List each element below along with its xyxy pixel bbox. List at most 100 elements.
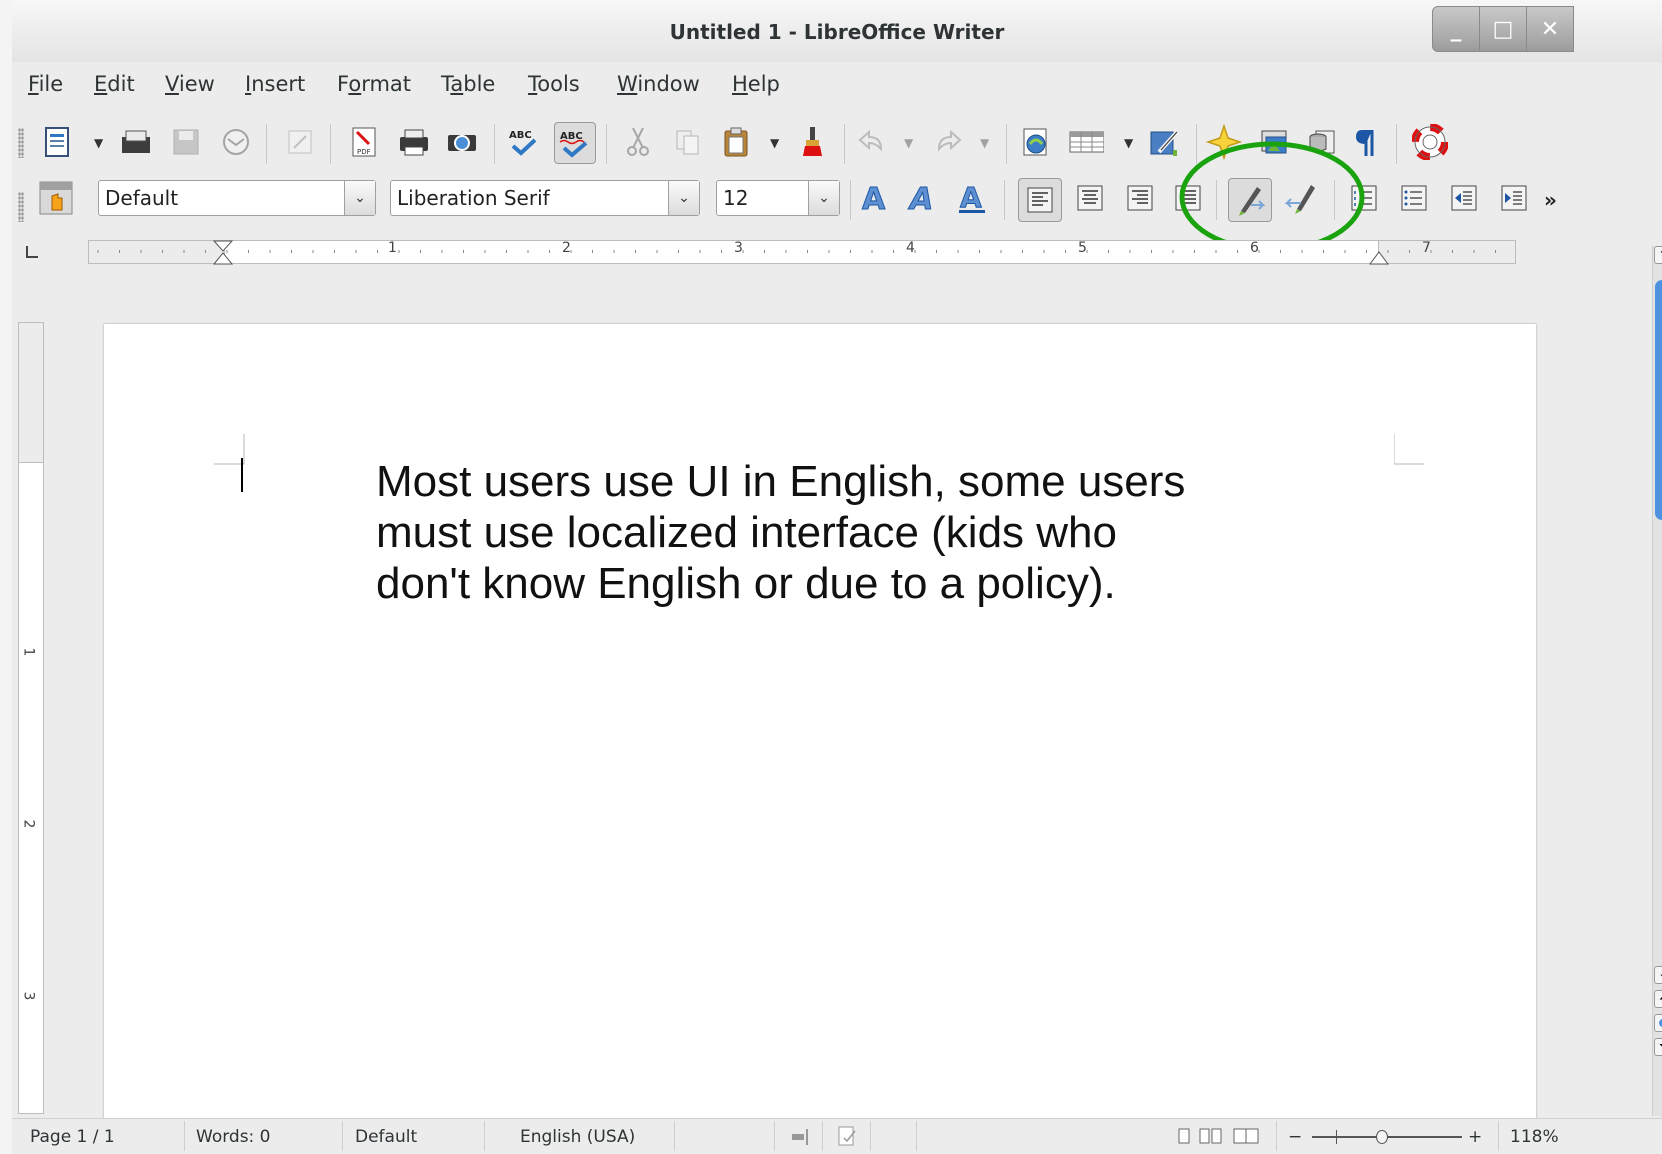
- bullets-icon[interactable]: [1396, 180, 1432, 216]
- menu-file[interactable]: File: [28, 72, 63, 96]
- align-left-icon[interactable]: [1018, 178, 1062, 222]
- single-page-view-icon[interactable]: [1176, 1127, 1192, 1147]
- font-name-combo[interactable]: Liberation Serif ⌄: [390, 180, 700, 216]
- menu-view[interactable]: View: [165, 72, 215, 96]
- zoom-slider-thumb[interactable]: [1376, 1130, 1388, 1144]
- toolbar-grip[interactable]: [18, 128, 24, 158]
- print-icon[interactable]: [396, 124, 432, 160]
- cut-icon[interactable]: [620, 124, 656, 160]
- new-document-icon[interactable]: [40, 124, 76, 160]
- bold-icon[interactable]: A: [858, 180, 894, 216]
- text-boundary-corner: [1394, 434, 1424, 465]
- language-status[interactable]: English (USA): [520, 1127, 635, 1147]
- menu-bar: File Edit View Insert Format Table Tools…: [12, 62, 1662, 112]
- undo-icon[interactable]: [854, 124, 890, 160]
- table-icon[interactable]: [1068, 124, 1104, 160]
- page-style[interactable]: Default: [355, 1127, 417, 1147]
- minimize-icon: _: [1450, 16, 1462, 42]
- next-page-icon[interactable]: ⏷: [1654, 1038, 1662, 1056]
- chevron-down-icon[interactable]: ⌄: [808, 181, 839, 215]
- redo-dropdown-arrow[interactable]: ▼: [980, 136, 989, 150]
- spellcheck-icon[interactable]: ABC: [506, 124, 542, 160]
- vertical-scrollbar[interactable]: ⌃ ⌄ ⏶ ⏷: [1652, 246, 1662, 1116]
- app-window: Untitled 1 - LibreOffice Writer _ □ ✕ Fi…: [12, 0, 1662, 1154]
- previous-page-icon[interactable]: ⏶: [1654, 990, 1662, 1008]
- menu-insert[interactable]: Insert: [245, 72, 305, 96]
- edit-file-icon[interactable]: [282, 124, 318, 160]
- close-icon: ✕: [1540, 16, 1560, 42]
- svg-text:A: A: [960, 181, 982, 214]
- align-center-icon[interactable]: [1072, 180, 1108, 216]
- insert-mode-icon[interactable]: [790, 1127, 812, 1147]
- paste-icon[interactable]: [718, 124, 754, 160]
- navigator-icon[interactable]: [1018, 124, 1054, 160]
- autospellcheck-icon[interactable]: ABC: [554, 122, 596, 164]
- zoom-out-icon[interactable]: −: [1288, 1127, 1302, 1147]
- export-pdf-icon[interactable]: PDF: [346, 124, 382, 160]
- toolbar-separator: [606, 124, 607, 164]
- vertical-ruler[interactable]: 1 2 3: [18, 322, 44, 1114]
- underline-icon[interactable]: A: [954, 180, 990, 216]
- ruler-label: 6: [1250, 240, 1259, 256]
- toolbar-grip[interactable]: [18, 192, 24, 222]
- right-indent-marker[interactable]: [1368, 250, 1390, 266]
- open-icon[interactable]: [118, 124, 154, 160]
- menu-format[interactable]: Format: [337, 72, 411, 96]
- redo-icon[interactable]: [930, 124, 966, 160]
- indent-marker[interactable]: [212, 240, 234, 266]
- save-icon[interactable]: [168, 124, 204, 160]
- menu-table[interactable]: Table: [441, 72, 495, 96]
- status-separator: [674, 1121, 675, 1151]
- vruler-track: [18, 462, 44, 1114]
- italic-icon[interactable]: A: [906, 180, 942, 216]
- undo-dropdown-arrow[interactable]: ▼: [904, 136, 913, 150]
- menu-edit[interactable]: Edit: [94, 72, 135, 96]
- clone-formatting-icon[interactable]: [794, 124, 830, 160]
- print-preview-icon[interactable]: [444, 124, 480, 160]
- status-separator: [484, 1121, 485, 1151]
- word-count[interactable]: Words: 0: [196, 1127, 271, 1147]
- status-separator: [822, 1121, 823, 1151]
- toolbar-overflow-icon[interactable]: »: [1544, 188, 1557, 212]
- document-signature-icon[interactable]: [836, 1125, 858, 1147]
- tab-stop-type-icon[interactable]: [26, 246, 38, 258]
- multi-page-view-icon[interactable]: [1198, 1127, 1224, 1147]
- decrease-indent-icon[interactable]: [1446, 180, 1482, 216]
- horizontal-ruler[interactable]: 1 2 3 4 5 6 7: [12, 240, 1632, 282]
- book-view-icon[interactable]: [1232, 1127, 1262, 1147]
- ruler-label: 7: [1422, 240, 1431, 256]
- align-right-icon[interactable]: [1122, 180, 1158, 216]
- svg-text:A: A: [908, 182, 933, 215]
- minimize-button[interactable]: _: [1432, 6, 1480, 52]
- scrollbar-thumb[interactable]: [1655, 280, 1662, 520]
- maximize-button[interactable]: □: [1479, 6, 1527, 52]
- ruler-label: 4: [906, 240, 915, 256]
- help-icon[interactable]: [1412, 124, 1448, 160]
- menu-help[interactable]: Help: [732, 72, 780, 96]
- menu-window[interactable]: Window: [617, 72, 700, 96]
- scroll-down-icon[interactable]: ⌄: [1654, 966, 1662, 984]
- chevron-down-icon[interactable]: ⌄: [344, 181, 375, 215]
- email-icon[interactable]: [218, 124, 254, 160]
- zoom-in-icon[interactable]: +: [1468, 1127, 1482, 1147]
- close-button[interactable]: ✕: [1526, 6, 1574, 52]
- menu-tools[interactable]: Tools: [528, 72, 580, 96]
- table-dropdown-arrow[interactable]: ▼: [1124, 136, 1133, 150]
- document-text[interactable]: Most users use UI in English, some users…: [376, 456, 1276, 609]
- increase-indent-icon[interactable]: [1496, 180, 1532, 216]
- scroll-up-icon[interactable]: ⌃: [1654, 246, 1662, 264]
- ruler-ticks: [97, 250, 1496, 253]
- zoom-level[interactable]: 118%: [1510, 1127, 1559, 1147]
- document-page[interactable]: Most users use UI in English, some users…: [104, 324, 1536, 1122]
- copy-icon[interactable]: [670, 124, 706, 160]
- page-count[interactable]: Page 1 / 1: [30, 1127, 115, 1147]
- paragraph-style-combo[interactable]: Default ⌄: [98, 180, 376, 216]
- font-size-combo[interactable]: 12 ⌄: [716, 180, 840, 216]
- document-line: must use localized interface (kids who: [376, 508, 1117, 557]
- chevron-down-icon[interactable]: ⌄: [668, 181, 699, 215]
- paste-dropdown-arrow[interactable]: ▼: [770, 136, 779, 150]
- document-workspace[interactable]: Most users use UI in English, some users…: [48, 282, 1652, 1122]
- styles-icon[interactable]: [38, 180, 74, 216]
- navigation-icon[interactable]: [1654, 1014, 1662, 1032]
- new-dropdown-arrow[interactable]: ▼: [94, 136, 103, 150]
